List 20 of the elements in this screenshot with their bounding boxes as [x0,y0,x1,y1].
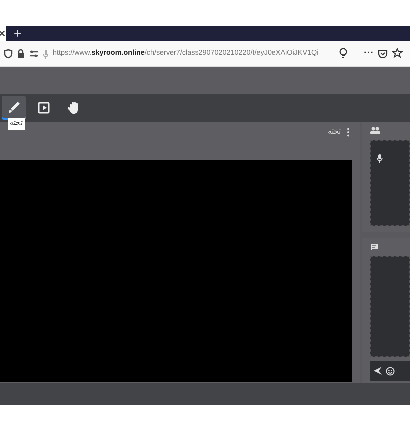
microphone-icon [43,48,49,58]
tool-button[interactable] [2,96,26,120]
kebab-menu-icon[interactable] [347,128,350,136]
lock-icon [17,48,25,58]
more-menu-button[interactable]: ··· [364,46,374,61]
users-icon [370,127,381,135]
lightbulb-icon[interactable] [339,48,348,59]
brush-icon [6,100,22,116]
pocket-icon[interactable] [378,48,388,58]
permissions-icon [29,50,39,58]
presentation-icon [36,100,52,116]
board-title: تخته [328,126,341,138]
shield-icon [4,48,13,58]
new-tab-button[interactable]: + [14,26,22,41]
star-icon[interactable] [392,48,403,59]
chat-input[interactable] [370,361,410,381]
emoji-icon[interactable] [386,366,395,376]
chat-icon [370,242,379,252]
send-icon[interactable] [373,367,382,375]
microphone-icon [377,154,383,164]
